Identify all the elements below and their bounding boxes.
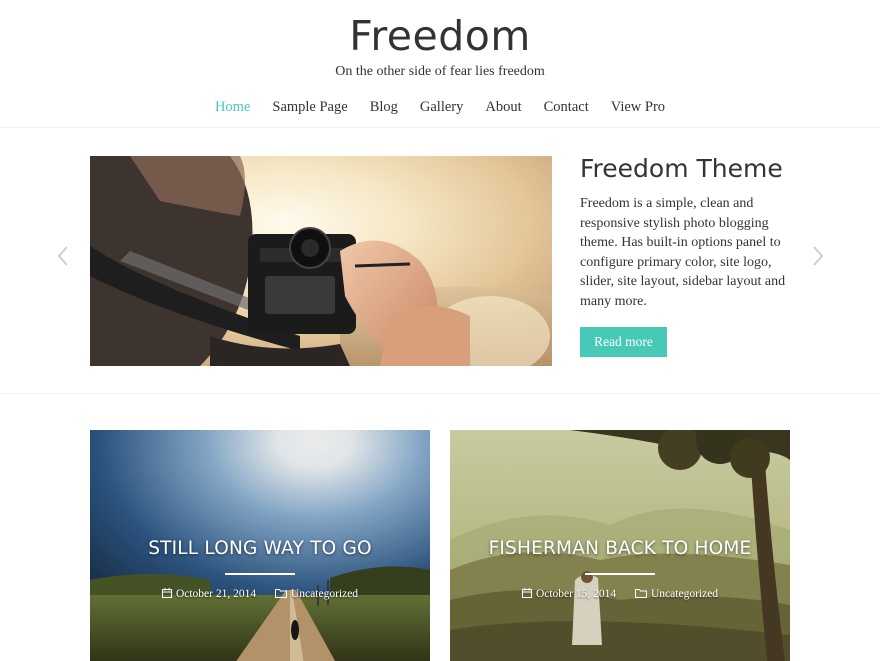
post-date-text: October 15, 2014 <box>535 588 617 600</box>
main-navigation: Home Sample Page Blog Gallery About Contact Vi… <box>0 99 880 116</box>
calendar-icon <box>161 588 172 598</box>
chevron-right-icon[interactable] <box>810 244 826 268</box>
post-title[interactable]: STILL LONG WAY TO GO <box>90 538 430 559</box>
post-card[interactable]: STILL LONG WAY TO GO October 21, 2014 Un… <box>90 430 430 661</box>
featured-slider: Freedom Theme Freedom is a simple, clean… <box>0 128 880 394</box>
title-divider <box>585 573 655 575</box>
slide-title: Freedom Theme <box>580 154 783 183</box>
folder-icon <box>635 589 647 598</box>
post-title[interactable]: FISHERMAN BACK TO HOME <box>450 538 790 559</box>
post-category-text: Uncategorized <box>291 588 359 600</box>
calendar-icon <box>521 588 532 598</box>
folder-icon <box>275 589 287 598</box>
nav-item-gallery[interactable]: Gallery <box>420 99 463 116</box>
post-date[interactable]: October 15, 2014 <box>521 588 617 600</box>
post-card[interactable]: FISHERMAN BACK TO HOME October 15, 2014 … <box>450 430 790 661</box>
read-more-button[interactable]: Read more <box>580 327 667 357</box>
post-category-text: Uncategorized <box>651 588 719 600</box>
nav-item-about[interactable]: About <box>485 99 521 116</box>
post-meta: October 15, 2014 Uncategorized <box>450 588 790 600</box>
title-divider <box>225 573 295 575</box>
nav-item-view-pro[interactable]: View Pro <box>611 99 665 116</box>
chevron-left-icon[interactable] <box>55 244 71 268</box>
site-header: Freedom On the other side of fear lies f… <box>0 0 880 128</box>
slide-description: Freedom is a simple, clean and responsiv… <box>580 196 786 309</box>
post-meta: October 21, 2014 Uncategorized <box>90 588 430 600</box>
post-category[interactable]: Uncategorized <box>635 588 718 600</box>
nav-item-sample-page[interactable]: Sample Page <box>272 99 347 116</box>
nav-item-contact[interactable]: Contact <box>544 99 589 116</box>
post-date-text: October 21, 2014 <box>175 588 257 600</box>
post-date[interactable]: October 21, 2014 <box>161 588 257 600</box>
post-category[interactable]: Uncategorized <box>275 588 358 600</box>
site-tagline: On the other side of fear lies freedom <box>335 64 545 79</box>
slide-image[interactable] <box>90 156 552 366</box>
nav-item-home[interactable]: Home <box>215 99 250 116</box>
site-title[interactable]: Freedom <box>0 12 880 60</box>
nav-item-blog[interactable]: Blog <box>370 99 398 116</box>
